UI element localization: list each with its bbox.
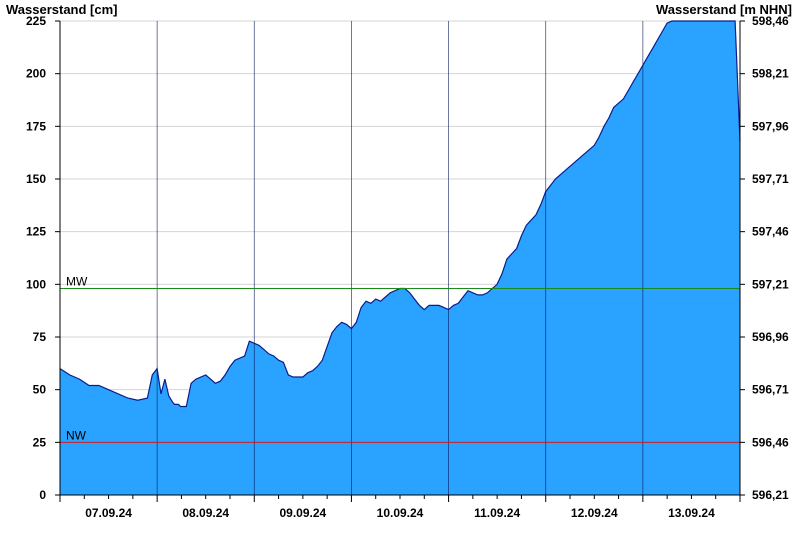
- left-tick-label: 225: [26, 14, 46, 28]
- x-tick-label: 09.09.24: [279, 506, 326, 520]
- right-tick-label: 596,71: [752, 383, 789, 397]
- left-tick-label: 50: [33, 383, 47, 397]
- x-tick-label: 12.09.24: [571, 506, 618, 520]
- left-tick-label: 25: [33, 435, 47, 449]
- left-tick-label: 75: [33, 330, 47, 344]
- x-axis-ticks: 07.09.24 08.09.24 09.09.24 10.09.24 11.09.24…: [59, 495, 741, 520]
- right-tick-label: 596,96: [752, 330, 789, 344]
- right-tick-label: 597,71: [752, 172, 789, 186]
- x-tick-label: 07.09.24: [85, 506, 132, 520]
- right-tick-label: 597,96: [752, 119, 789, 133]
- water-level-chart: MWNW 0255075100125150175200225 596,21596…: [26, 14, 789, 520]
- left-tick-label: 125: [26, 225, 46, 239]
- left-tick-label: 100: [26, 277, 46, 291]
- x-tick-label: 08.09.24: [182, 506, 229, 520]
- right-tick-label: 598,21: [752, 67, 789, 81]
- left-tick-label: 0: [39, 488, 46, 502]
- right-tick-label: 598,46: [752, 14, 789, 28]
- left-axis-ticks: 0 25 50 75 100 125 150 175 200 225: [26, 14, 60, 502]
- right-tick-label: 596,21: [752, 488, 789, 502]
- left-tick-label: 150: [26, 172, 46, 186]
- x-tick-label: 13.09.24: [668, 506, 715, 520]
- water-level-area: [60, 21, 740, 495]
- left-tick-label: 200: [26, 67, 46, 81]
- reference-label-nw: NW: [66, 428, 87, 442]
- right-tick-label: 597,21: [752, 277, 789, 291]
- reference-label-mw: MW: [66, 275, 88, 289]
- right-tick-label: 597,46: [752, 225, 789, 239]
- x-tick-label: 10.09.24: [377, 506, 424, 520]
- right-tick-label: 596,46: [752, 435, 789, 449]
- left-tick-label: 175: [26, 119, 46, 133]
- x-tick-label: 11.09.24: [474, 506, 520, 520]
- right-axis-ticks: 596,21 596,46 596,71 596,96 597,21 597,46 597,…: [740, 14, 789, 502]
